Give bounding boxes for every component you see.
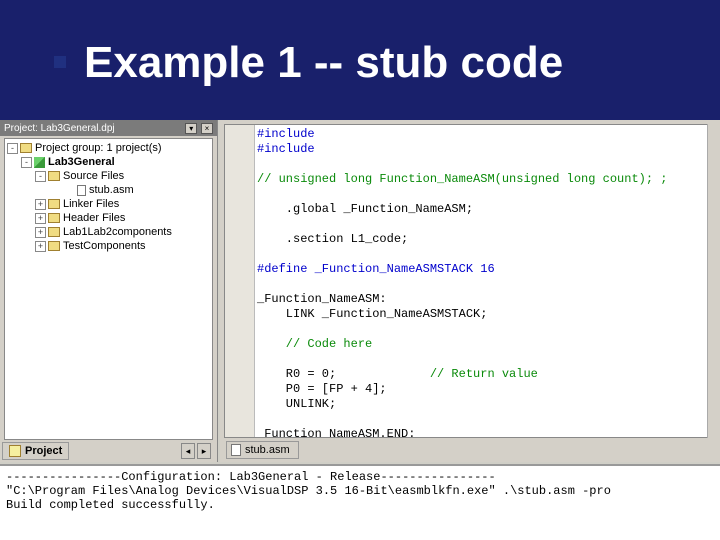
tree-expander[interactable]: -: [7, 143, 18, 154]
tree-expander[interactable]: +: [35, 241, 46, 252]
editor-vertical-scrollbar[interactable]: [707, 124, 720, 438]
tree-item[interactable]: + Lab1Lab2components: [7, 225, 212, 239]
project-group-label: Project group: 1 project(s): [35, 142, 162, 154]
editor-code[interactable]: #include #include // unsigned long Funct…: [257, 127, 719, 437]
file-icon: [77, 185, 86, 196]
project-tab-scroll-left[interactable]: ◂: [181, 443, 195, 459]
tree-item[interactable]: + TestComponents: [7, 239, 212, 253]
console-line: ----------------Configuration: Lab3Gener…: [6, 470, 496, 484]
editor-tab[interactable]: stub.asm: [226, 441, 299, 459]
tree-item[interactable]: - Source Files: [7, 169, 212, 183]
project-root-icon: [34, 157, 45, 168]
tree-expander[interactable]: +: [35, 213, 46, 224]
file-icon: [231, 444, 241, 456]
folder-icon: [48, 213, 60, 223]
tree-item[interactable]: + Linker Files: [7, 197, 212, 211]
editor-tab-label: stub.asm: [245, 444, 290, 456]
project-tab-icon: [9, 445, 21, 457]
project-group-icon: [20, 143, 32, 153]
tree-expander[interactable]: +: [35, 227, 46, 238]
tree-item-label: stub.asm: [89, 184, 134, 196]
tree-item-label: Source Files: [63, 170, 124, 182]
tree-expander[interactable]: +: [35, 199, 46, 210]
tree-item-label: Lab1Lab2components: [63, 226, 172, 238]
project-titlebar-text: Project: Lab3General.dpj: [4, 123, 115, 134]
project-close-button[interactable]: ×: [201, 123, 213, 134]
slide-title: Example 1 -- stub code: [84, 38, 563, 88]
project-tab[interactable]: Project: [2, 442, 69, 460]
tree-expander[interactable]: -: [35, 171, 46, 182]
editor-gutter: [225, 125, 255, 437]
tree-item-label: Linker Files: [63, 198, 119, 210]
project-tab-label: Project: [25, 445, 62, 457]
folder-icon: [48, 171, 60, 181]
editor-panel: #include #include // unsigned long Funct…: [220, 120, 720, 462]
tree-expander[interactable]: -: [21, 157, 32, 168]
tree-item-label: Header Files: [63, 212, 125, 224]
project-panel: Project: Lab3General.dpj ▾ × - Project g…: [0, 120, 218, 462]
console-line: Build completed successfully.: [6, 498, 215, 512]
ide-window: Project: Lab3General.dpj ▾ × - Project g…: [0, 120, 720, 540]
tree-item[interactable]: stub.asm: [7, 183, 212, 197]
folder-icon: [48, 241, 60, 251]
project-tree[interactable]: - Project group: 1 project(s) - Lab3Gene…: [4, 138, 213, 440]
project-root-label[interactable]: Lab3General: [48, 156, 115, 168]
folder-icon: [48, 199, 60, 209]
folder-icon: [48, 227, 60, 237]
project-titlebar: Project: Lab3General.dpj ▾ ×: [0, 120, 217, 136]
editor-area[interactable]: #include #include // unsigned long Funct…: [224, 124, 720, 438]
title-bullet-icon: [54, 56, 66, 68]
tree-item[interactable]: + Header Files: [7, 211, 212, 225]
tree-item-label: TestComponents: [63, 240, 146, 252]
console-line: "C:\Program Files\Analog Devices\VisualD…: [6, 484, 611, 498]
build-output-console[interactable]: ----------------Configuration: Lab3Gener…: [0, 464, 720, 540]
project-pin-button[interactable]: ▾: [185, 123, 197, 134]
project-tab-scroll-right[interactable]: ▸: [197, 443, 211, 459]
